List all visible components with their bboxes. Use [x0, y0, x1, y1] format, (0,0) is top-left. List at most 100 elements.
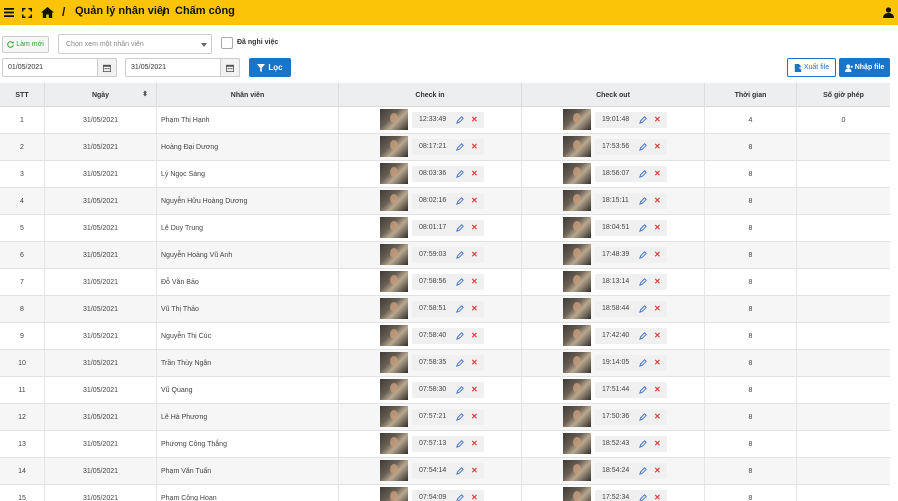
check-out-photo[interactable]	[563, 217, 591, 238]
delete-icon[interactable]: ✕	[471, 412, 478, 421]
edit-pencil-icon[interactable]	[638, 438, 648, 450]
edit-pencil-icon[interactable]	[455, 411, 465, 423]
edit-pencil-icon[interactable]	[638, 492, 648, 501]
delete-icon[interactable]: ✕	[471, 169, 478, 178]
delete-icon[interactable]: ✕	[654, 115, 661, 124]
edit-pencil-icon[interactable]	[455, 465, 465, 477]
check-in-photo[interactable]	[380, 298, 408, 319]
check-out-photo[interactable]	[563, 379, 591, 400]
edit-pencil-icon[interactable]	[455, 141, 465, 153]
edit-pencil-icon[interactable]	[455, 492, 465, 501]
check-out-photo[interactable]	[563, 136, 591, 157]
check-out-photo[interactable]	[563, 190, 591, 211]
edit-pencil-icon[interactable]	[638, 411, 648, 423]
delete-icon[interactable]: ✕	[654, 304, 661, 313]
delete-icon[interactable]: ✕	[654, 223, 661, 232]
check-out-photo[interactable]	[563, 460, 591, 481]
delete-icon[interactable]: ✕	[471, 331, 478, 340]
check-out-photo[interactable]	[563, 352, 591, 373]
column-header-date[interactable]: Ngày ⬍	[45, 83, 157, 107]
check-in-photo[interactable]	[380, 406, 408, 427]
edit-pencil-icon[interactable]	[638, 276, 648, 288]
edit-pencil-icon[interactable]	[638, 303, 648, 315]
resigned-checkbox[interactable]	[221, 37, 233, 49]
edit-pencil-icon[interactable]	[638, 114, 648, 126]
edit-pencil-icon[interactable]	[638, 195, 648, 207]
delete-icon[interactable]: ✕	[654, 439, 661, 448]
edit-pencil-icon[interactable]	[455, 330, 465, 342]
edit-pencil-icon[interactable]	[638, 465, 648, 477]
filter-button[interactable]: Lọc	[249, 58, 291, 77]
check-in-photo[interactable]	[380, 379, 408, 400]
delete-icon[interactable]: ✕	[654, 142, 661, 151]
check-in-photo[interactable]	[380, 487, 408, 501]
check-out-photo[interactable]	[563, 433, 591, 454]
check-in-photo[interactable]	[380, 190, 408, 211]
edit-pencil-icon[interactable]	[638, 384, 648, 396]
delete-icon[interactable]: ✕	[471, 223, 478, 232]
edit-pencil-icon[interactable]	[455, 195, 465, 207]
delete-icon[interactable]: ✕	[471, 358, 478, 367]
check-in-photo[interactable]	[380, 244, 408, 265]
refresh-button[interactable]: Làm mới	[2, 36, 49, 53]
check-in-photo[interactable]	[380, 163, 408, 184]
delete-icon[interactable]: ✕	[654, 250, 661, 259]
check-in-photo[interactable]	[380, 433, 408, 454]
check-out-photo[interactable]	[563, 109, 591, 130]
check-in-photo[interactable]	[380, 136, 408, 157]
import-button[interactable]: Nhập file	[839, 58, 890, 77]
calendar-icon[interactable]	[220, 58, 240, 77]
check-out-photo[interactable]	[563, 271, 591, 292]
check-in-photo[interactable]	[380, 352, 408, 373]
delete-icon[interactable]: ✕	[471, 196, 478, 205]
edit-pencil-icon[interactable]	[455, 168, 465, 180]
edit-pencil-icon[interactable]	[455, 438, 465, 450]
edit-pencil-icon[interactable]	[455, 114, 465, 126]
check-out-photo[interactable]	[563, 325, 591, 346]
fullscreen-icon[interactable]	[21, 0, 33, 25]
edit-pencil-icon[interactable]	[455, 276, 465, 288]
check-out-photo[interactable]	[563, 163, 591, 184]
delete-icon[interactable]: ✕	[654, 466, 661, 475]
edit-pencil-icon[interactable]	[455, 357, 465, 369]
edit-pencil-icon[interactable]	[455, 249, 465, 261]
calendar-icon[interactable]	[97, 58, 117, 77]
check-in-photo[interactable]	[380, 217, 408, 238]
edit-pencil-icon[interactable]	[638, 222, 648, 234]
edit-pencil-icon[interactable]	[638, 168, 648, 180]
delete-icon[interactable]: ✕	[471, 493, 478, 501]
edit-pencil-icon[interactable]	[638, 357, 648, 369]
delete-icon[interactable]: ✕	[471, 385, 478, 394]
home-icon[interactable]	[40, 0, 54, 25]
edit-pencil-icon[interactable]	[455, 384, 465, 396]
delete-icon[interactable]: ✕	[654, 385, 661, 394]
delete-icon[interactable]: ✕	[654, 169, 661, 178]
check-out-photo[interactable]	[563, 298, 591, 319]
delete-icon[interactable]: ✕	[654, 331, 661, 340]
check-in-photo[interactable]	[380, 325, 408, 346]
check-in-photo[interactable]	[380, 109, 408, 130]
user-icon[interactable]	[882, 0, 894, 25]
edit-pencil-icon[interactable]	[455, 303, 465, 315]
delete-icon[interactable]: ✕	[654, 493, 661, 501]
delete-icon[interactable]: ✕	[471, 466, 478, 475]
delete-icon[interactable]: ✕	[654, 277, 661, 286]
delete-icon[interactable]: ✕	[654, 358, 661, 367]
check-out-photo[interactable]	[563, 406, 591, 427]
delete-icon[interactable]: ✕	[471, 142, 478, 151]
edit-pencil-icon[interactable]	[638, 141, 648, 153]
menu-icon[interactable]	[3, 0, 15, 25]
check-in-photo[interactable]	[380, 271, 408, 292]
delete-icon[interactable]: ✕	[471, 304, 478, 313]
check-out-photo[interactable]	[563, 244, 591, 265]
breadcrumb-employee-management[interactable]: Quản lý nhân viên	[75, 5, 170, 17]
delete-icon[interactable]: ✕	[471, 277, 478, 286]
check-in-photo[interactable]	[380, 460, 408, 481]
delete-icon[interactable]: ✕	[471, 115, 478, 124]
edit-pencil-icon[interactable]	[638, 330, 648, 342]
delete-icon[interactable]: ✕	[654, 412, 661, 421]
check-out-photo[interactable]	[563, 487, 591, 501]
delete-icon[interactable]: ✕	[471, 250, 478, 259]
edit-pencil-icon[interactable]	[455, 222, 465, 234]
delete-icon[interactable]: ✕	[654, 196, 661, 205]
